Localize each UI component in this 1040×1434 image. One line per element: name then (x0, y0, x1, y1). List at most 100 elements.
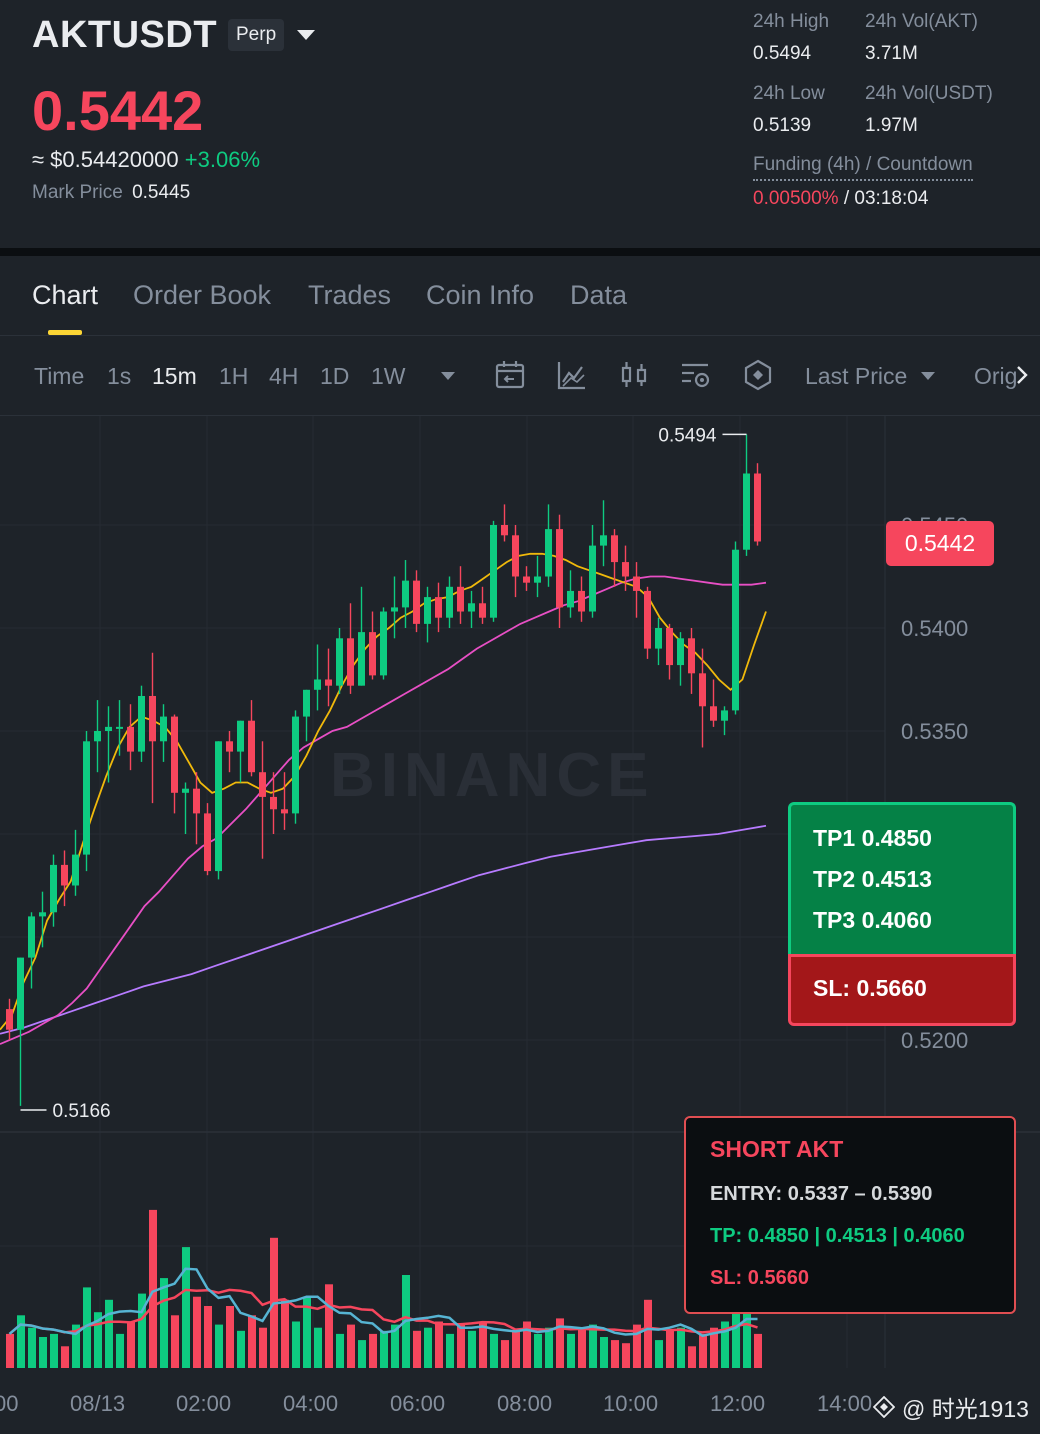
high-marker-label: 0.5494 (658, 425, 717, 446)
approx-usd-value: ≈ $0.54420000 (32, 147, 179, 172)
candle (589, 525, 596, 618)
candle (61, 850, 68, 907)
candle-body (666, 628, 673, 666)
interval-1s[interactable]: 1s (107, 363, 131, 390)
volume-bar (105, 1299, 113, 1368)
candle-body (347, 638, 354, 686)
volume-bar (292, 1321, 300, 1368)
interval-4h[interactable]: 4H (269, 363, 298, 390)
time-label[interactable]: Time (34, 363, 84, 390)
funding-label[interactable]: Funding (4h) / Countdown (753, 154, 973, 181)
candle-body (314, 679, 321, 690)
volume-bar (314, 1327, 322, 1368)
candle-body (633, 576, 640, 591)
volume-bar (6, 1333, 14, 1368)
high-24h-label: 24h High (753, 11, 830, 32)
volume-bar (127, 1321, 135, 1368)
ticker-header: AKTUSDT Perp 0.5442 ≈ $0.54420000 +3.06%… (0, 0, 1040, 248)
candle (644, 586, 651, 659)
volume-bar (490, 1333, 498, 1368)
interval-15m[interactable]: 15m (152, 363, 197, 390)
volume-bar (611, 1340, 619, 1368)
indicator-icon[interactable] (555, 358, 589, 392)
candle (237, 720, 244, 783)
low-24h-value: 0.5139 (753, 115, 812, 136)
interval-1w[interactable]: 1W (371, 363, 406, 390)
candle-body (446, 586, 453, 618)
candle (666, 623, 673, 680)
candle-body (83, 741, 90, 855)
vol-akt-label: 24h Vol(AKT) (865, 11, 978, 32)
candle-body (721, 710, 728, 721)
candle (424, 586, 431, 643)
time-axis-label: 06:00 (390, 1391, 445, 1416)
candle-body (303, 689, 310, 717)
candle-body (567, 590, 574, 608)
section-divider (0, 248, 1040, 256)
candle-body (578, 590, 585, 612)
tab-trades[interactable]: Trades (308, 280, 391, 311)
volume-bar (39, 1337, 47, 1368)
volume-bar (237, 1330, 245, 1368)
tab-data[interactable]: Data (570, 280, 627, 311)
candle-body (490, 525, 497, 618)
settings-icon[interactable] (679, 358, 713, 392)
chart-toolbar: Time 1s 15m 1H 4H 1D 1W Last Price Orig (0, 336, 1040, 416)
interval-dropdown-icon[interactable] (441, 372, 455, 380)
last-price: 0.5442 (32, 79, 204, 142)
volume-bar (248, 1315, 256, 1368)
candle-body (292, 716, 299, 814)
candle (600, 500, 607, 567)
volume-bar (666, 1330, 674, 1368)
candle (303, 689, 310, 742)
candle-body (193, 788, 200, 814)
candle (523, 566, 530, 591)
candle (50, 854, 57, 927)
interval-1h[interactable]: 1H (219, 363, 248, 390)
approx-usd-row: ≈ $0.54420000 +3.06% (32, 147, 260, 173)
candle-body (754, 473, 761, 542)
volume-bar (281, 1299, 289, 1368)
candlestick-icon[interactable] (617, 358, 651, 392)
vol-usdt-label: 24h Vol(USDT) (865, 83, 993, 104)
volume-bar (182, 1247, 190, 1368)
candle (347, 603, 354, 694)
volume-bar (149, 1209, 157, 1368)
candle-body (270, 796, 277, 810)
candle-body (248, 720, 255, 773)
symbol-title[interactable]: AKTUSDT (32, 14, 217, 57)
price-type-dropdown-icon[interactable] (921, 372, 935, 380)
time-axis-label: 12:00 (710, 1391, 765, 1416)
mark-price-row: Mark Price 0.5445 (32, 182, 190, 204)
chevron-right-icon[interactable] (1010, 358, 1034, 392)
volume-bar (215, 1324, 223, 1368)
tab-order-book[interactable]: Order Book (133, 280, 271, 311)
tp1-label: TP1 0.4850 (813, 825, 932, 851)
change-percent: +3.06% (184, 147, 261, 172)
interval-1d[interactable]: 1D (320, 363, 349, 390)
candle (501, 504, 508, 542)
volume-bar (413, 1330, 421, 1368)
tab-chart[interactable]: Chart (32, 280, 98, 311)
volume-bar (435, 1321, 443, 1368)
volume-bar (622, 1343, 630, 1368)
volume-bar (259, 1327, 267, 1368)
current-price-badge: 0.5442 (886, 521, 994, 566)
short-signal-box: SHORT AKT ENTRY: 0.5337 – 0.5390 TP: 0.4… (684, 1116, 1016, 1314)
volume-bar (754, 1333, 762, 1368)
time-axis-label: 02:00 (176, 1391, 231, 1416)
funding-separator: / (843, 188, 850, 209)
volume-bar (204, 1306, 212, 1368)
hexagon-icon[interactable] (741, 358, 775, 392)
volume-bar (380, 1330, 388, 1368)
price-type-select[interactable]: Last Price (805, 363, 907, 390)
tab-coin-info[interactable]: Coin Info (426, 280, 534, 311)
candle-body (226, 741, 233, 752)
calendar-icon[interactable] (493, 358, 527, 392)
symbol-dropdown-caret-icon[interactable] (297, 30, 315, 40)
candle-body (94, 731, 101, 742)
candle-body (688, 638, 695, 674)
volume-bar (732, 1309, 740, 1368)
volume-bar (512, 1330, 520, 1368)
candle (435, 582, 442, 633)
